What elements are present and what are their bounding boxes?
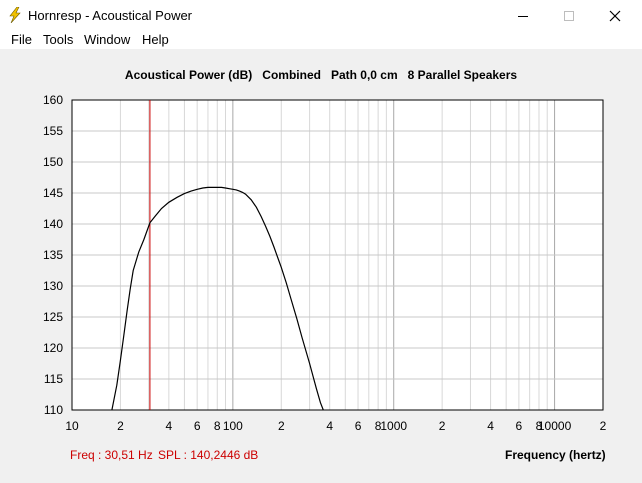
x-tick-label: 1000	[380, 419, 407, 433]
x-axis-label: Frequency (hertz)	[505, 448, 606, 462]
x-tick-label: 8	[214, 419, 221, 433]
chart-svg[interactable]: 11011512012513013514014515015516010 2 4 6 8 1…	[0, 0, 642, 483]
x-tick-label: 4	[166, 419, 173, 433]
y-tick-label: 150	[43, 155, 63, 169]
x-tick-label: 4	[326, 419, 333, 433]
y-tick-label: 110	[44, 403, 63, 417]
x-tick-label: 6	[355, 419, 362, 433]
x-tick-label: 2	[439, 419, 446, 433]
x-tick-label: 6	[194, 419, 201, 433]
y-tick-label: 115	[44, 372, 63, 386]
y-tick-label: 140	[43, 217, 63, 231]
x-tick-label: 100	[223, 419, 243, 433]
x-tick-label: 10000	[538, 419, 572, 433]
x-tick-label: 10	[65, 419, 79, 433]
x-tick-label: 2	[600, 419, 607, 433]
y-tick-label: 125	[43, 310, 63, 324]
status-spl: SPL : 140,2446 dB	[158, 448, 259, 462]
y-tick-label: 135	[43, 248, 63, 262]
y-tick-label: 160	[43, 93, 63, 107]
x-tick-label: 4	[487, 419, 494, 433]
status-frequency: Freq : 30,51 Hz	[70, 448, 153, 462]
y-tick-label: 145	[43, 186, 63, 200]
x-tick-label: 2	[278, 419, 285, 433]
y-tick-label: 120	[43, 341, 63, 355]
y-tick-label: 130	[43, 279, 63, 293]
y-tick-label: 155	[43, 124, 63, 138]
x-tick-label: 6	[516, 419, 523, 433]
x-tick-label: 2	[117, 419, 124, 433]
